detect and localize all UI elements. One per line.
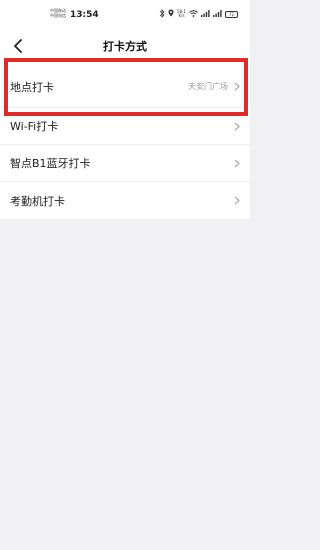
list-item-label: Wi-Fi打卡 <box>10 120 59 133</box>
signal-1-icon <box>201 9 210 19</box>
list-item-bluetooth-checkin[interactable]: 智点B1蓝牙打卡 <box>0 145 250 182</box>
page-header: 打卡方式 <box>0 26 250 66</box>
signal-2-icon <box>213 9 222 19</box>
speed-unit: K/s <box>178 13 185 18</box>
list-item-value: 天安门广场 <box>188 82 228 91</box>
bluetooth-icon <box>159 8 165 20</box>
status-time: 13:54 <box>70 10 99 20</box>
chevron-right-icon <box>234 159 240 167</box>
network-speed: 58.1 K/s <box>177 10 186 18</box>
carrier-names: 中国移动 中国电信 <box>50 8 66 18</box>
battery-icon: 72 <box>225 10 238 18</box>
wifi-icon <box>189 9 198 19</box>
chevron-right-icon <box>234 196 240 205</box>
list-item-label: 考勤机打卡 <box>10 194 65 208</box>
checkin-method-list: 地点打卡 天安门广场 Wi-Fi打卡 智点B1蓝牙打卡 考勤机打卡 <box>0 66 250 219</box>
list-item-attendance-machine-checkin[interactable]: 考勤机打卡 <box>0 182 250 219</box>
list-item-label: 智点B1蓝牙打卡 <box>10 157 91 170</box>
chevron-right-icon <box>234 122 240 130</box>
chevron-right-icon <box>234 82 240 91</box>
status-bar: 中国移动 中国电信 13:54 58.1 K/s 72 <box>0 0 250 26</box>
location-icon <box>168 9 174 19</box>
list-item-wifi-checkin[interactable]: Wi-Fi打卡 <box>0 108 250 145</box>
carrier-bottom: 中国电信 <box>50 13 66 18</box>
list-item-location-checkin[interactable]: 地点打卡 天安门广场 <box>0 66 250 108</box>
list-item-label: 地点打卡 <box>10 80 54 94</box>
page-title: 打卡方式 <box>103 40 147 53</box>
status-icons: 58.1 K/s 72 <box>159 8 238 20</box>
